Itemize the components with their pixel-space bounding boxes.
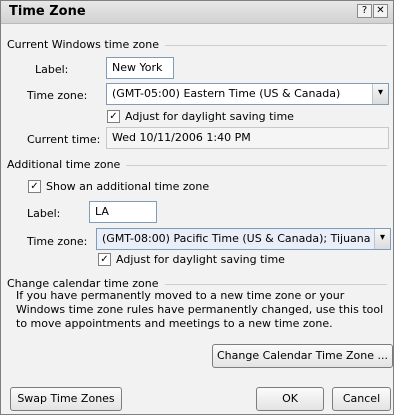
current-dst-label: Adjust for daylight saving time xyxy=(125,110,294,123)
additional-time-zone-value: (GMT-08:00) Pacific Time (US & Canada); … xyxy=(102,232,371,245)
additional-time-zone-section: Additional time zone xyxy=(7,158,387,172)
additional-time-zone-caption: Time zone: xyxy=(27,235,88,248)
additional-time-zone-select[interactable]: (GMT-08:00) Pacific Time (US & Canada); … xyxy=(96,228,391,250)
current-label-field[interactable]: New York xyxy=(106,57,174,79)
current-time-zone-value: (GMT-05:00) Eastern Time (US & Canada) xyxy=(112,87,341,100)
additional-dst-checkbox[interactable]: ✓ xyxy=(98,253,111,266)
additional-dst-label: Adjust for daylight saving time xyxy=(116,253,285,266)
current-time-caption: Current time: xyxy=(27,133,101,146)
current-time-zone-heading: Current Windows time zone xyxy=(7,38,166,51)
current-time-value: Wed 10/11/2006 1:40 PM xyxy=(106,127,389,149)
additional-label-caption: Label: xyxy=(27,207,61,220)
show-additional-tz-label: Show an additional time zone xyxy=(46,180,210,193)
change-calendar-description: If you have permanently moved to a new t… xyxy=(16,289,384,330)
cancel-button[interactable]: Cancel xyxy=(332,387,391,411)
close-icon[interactable]: ✕ xyxy=(373,4,388,18)
chevron-down-icon[interactable]: ▾ xyxy=(372,84,388,104)
help-icon[interactable]: ? xyxy=(357,4,372,18)
show-additional-tz-checkbox[interactable]: ✓ xyxy=(28,180,41,193)
current-time-zone-section: Current Windows time zone xyxy=(7,38,387,52)
current-dst-checkbox[interactable]: ✓ xyxy=(107,110,120,123)
change-calendar-heading: Change calendar time zone xyxy=(7,277,165,290)
additional-time-zone-heading: Additional time zone xyxy=(7,158,127,171)
time-zone-dialog: Time Zone ? ✕ Current Windows time zone … xyxy=(0,0,394,415)
chevron-down-icon[interactable]: ▾ xyxy=(374,229,390,249)
additional-label-field[interactable]: LA xyxy=(89,201,157,223)
current-time-zone-select[interactable]: (GMT-05:00) Eastern Time (US & Canada) ▾ xyxy=(106,83,389,105)
ok-button[interactable]: OK xyxy=(256,387,324,411)
swap-time-zones-button[interactable]: Swap Time Zones xyxy=(10,387,122,411)
window-title: Time Zone xyxy=(9,4,86,19)
current-label-caption: Label: xyxy=(35,63,69,76)
current-time-zone-caption: Time zone: xyxy=(27,89,88,102)
change-calendar-time-zone-button[interactable]: Change Calendar Time Zone ... xyxy=(212,344,393,368)
title-bar: Time Zone ? ✕ xyxy=(1,1,393,24)
